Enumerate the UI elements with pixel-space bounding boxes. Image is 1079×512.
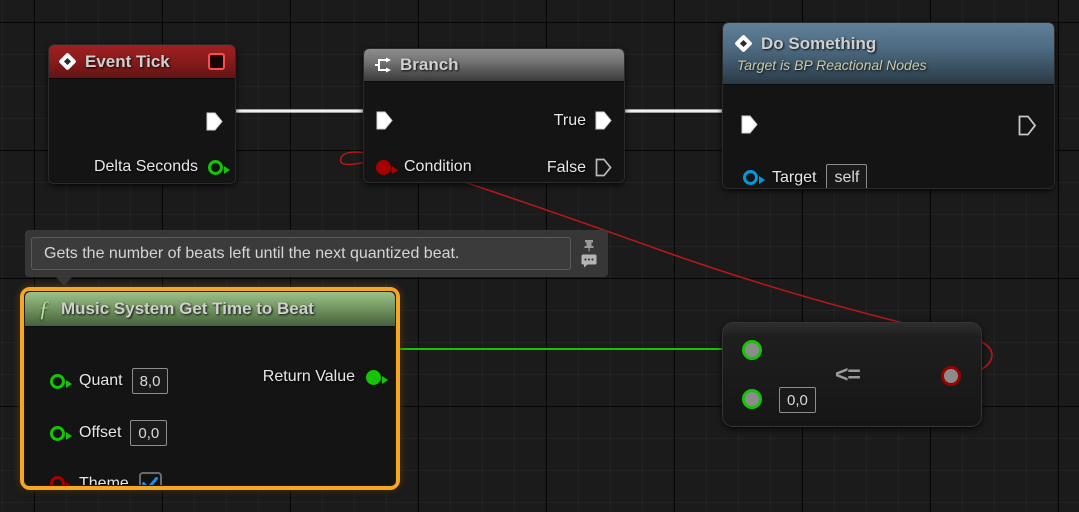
pin-branch-true-label: True — [553, 111, 586, 129]
float-pin-icon — [50, 425, 72, 441]
node-music-system-header[interactable]: ƒ Music System Get Time to Beat — [25, 292, 395, 327]
delegate-square-icon — [208, 53, 225, 70]
pin-branch-false[interactable]: False — [547, 158, 612, 177]
pin-do-something-exec-out[interactable] — [1018, 115, 1037, 136]
tooltip-icon-group — [576, 239, 602, 268]
pin-do-something-exec-in[interactable] — [741, 115, 758, 134]
node-music-system-body: Quant 8,0 Offset 0,0 Theme Return Value — [25, 327, 395, 486]
pin-target-label: Target — [772, 168, 817, 186]
pushpin-icon[interactable] — [582, 239, 596, 252]
tooltip-text-frame: Gets the number of beats left until the … — [31, 237, 571, 270]
pin-return-value[interactable]: Return Value — [262, 368, 388, 386]
node-event-tick-body: Delta Seconds — [49, 79, 235, 183]
exec-arrow-icon — [1018, 115, 1037, 136]
event-diamond-icon — [59, 53, 77, 71]
blueprint-graph-canvas[interactable]: Event Tick Delta Seconds Branch Conditio… — [0, 0, 1079, 512]
exec-arrow-icon — [741, 115, 758, 134]
compare-input-b-value-field[interactable]: 0,0 — [779, 387, 816, 413]
float-pin-icon — [366, 369, 388, 385]
pin-quant[interactable]: Quant 8,0 — [50, 368, 169, 394]
bool-pin-icon — [376, 159, 398, 175]
float-pin-icon — [50, 373, 72, 389]
node-music-system-get-time-to-beat[interactable]: ƒ Music System Get Time to Beat Quant 8,… — [20, 287, 400, 490]
bool-pin-icon — [50, 476, 72, 485]
compare-operator-label: <= — [835, 361, 861, 387]
exec-arrow-icon — [595, 158, 612, 177]
node-event-tick-header[interactable]: Event Tick — [49, 45, 235, 79]
node-event-tick-title: Event Tick — [85, 51, 170, 71]
tooltip-text: Gets the number of beats left until the … — [44, 244, 460, 262]
node-do-something-header[interactable]: Do Something Target is BP Reactional Nod… — [723, 23, 1054, 85]
event-diamond-icon — [735, 35, 753, 53]
node-event-tick[interactable]: Event Tick Delta Seconds — [48, 44, 236, 184]
node-do-something-title: Do Something — [761, 34, 877, 53]
pin-branch-condition-label: Condition — [404, 158, 472, 175]
pin-branch-exec-in[interactable] — [376, 111, 393, 130]
pin-branch-true[interactable]: True — [554, 111, 612, 130]
exec-arrow-icon — [595, 111, 612, 130]
pin-delta-seconds[interactable]: Delta Seconds — [93, 158, 230, 176]
theme-checkbox[interactable] — [138, 472, 162, 485]
exec-arrow-icon — [376, 111, 393, 130]
node-do-something[interactable]: Do Something Target is BP Reactional Nod… — [722, 22, 1055, 189]
offset-value-field[interactable]: 0,0 — [130, 420, 168, 446]
pin-offset[interactable]: Offset 0,0 — [50, 420, 168, 446]
comment-bubble-icon[interactable] — [581, 254, 597, 268]
pin-return-value-label: Return Value — [262, 368, 355, 385]
pin-theme[interactable]: Theme — [50, 472, 162, 486]
exec-arrow-icon — [206, 112, 223, 131]
pin-event-tick-exec-out[interactable] — [206, 112, 223, 131]
pin-offset-label: Offset — [79, 424, 122, 441]
node-branch[interactable]: Branch Condition True False — [363, 48, 625, 183]
pin-do-something-target[interactable]: Target self — [743, 164, 868, 188]
pin-branch-condition[interactable]: Condition — [376, 158, 472, 176]
target-value-field[interactable]: self — [826, 164, 868, 188]
branch-icon — [374, 57, 392, 73]
function-f-icon: ƒ — [38, 296, 50, 321]
pin-compare-input-b[interactable] — [742, 389, 762, 409]
quant-value-field[interactable]: 8,0 — [131, 368, 169, 394]
node-branch-title: Branch — [400, 55, 459, 74]
pin-delta-seconds-label: Delta Seconds — [93, 158, 198, 175]
tooltip-popup: Gets the number of beats left until the … — [25, 230, 608, 286]
node-less-than-or-equal[interactable]: 0,0 <= — [722, 322, 982, 427]
node-do-something-subtitle: Target is BP Reactional Nodes — [737, 57, 927, 73]
node-branch-header[interactable]: Branch — [364, 49, 624, 82]
float-pin-icon — [208, 159, 230, 175]
node-music-system-title: Music System Get Time to Beat — [61, 299, 314, 318]
pin-quant-label: Quant — [79, 372, 123, 389]
pin-compare-input-a[interactable] — [742, 340, 762, 360]
pin-compare-output[interactable] — [941, 366, 961, 386]
node-do-something-body: Target self — [723, 85, 1054, 188]
tooltip-pointer — [55, 276, 73, 286]
node-branch-body: Condition True False — [364, 82, 624, 181]
object-pin-icon — [743, 170, 765, 185]
pin-branch-false-label: False — [546, 158, 586, 176]
pin-theme-label: Theme — [79, 474, 129, 486]
